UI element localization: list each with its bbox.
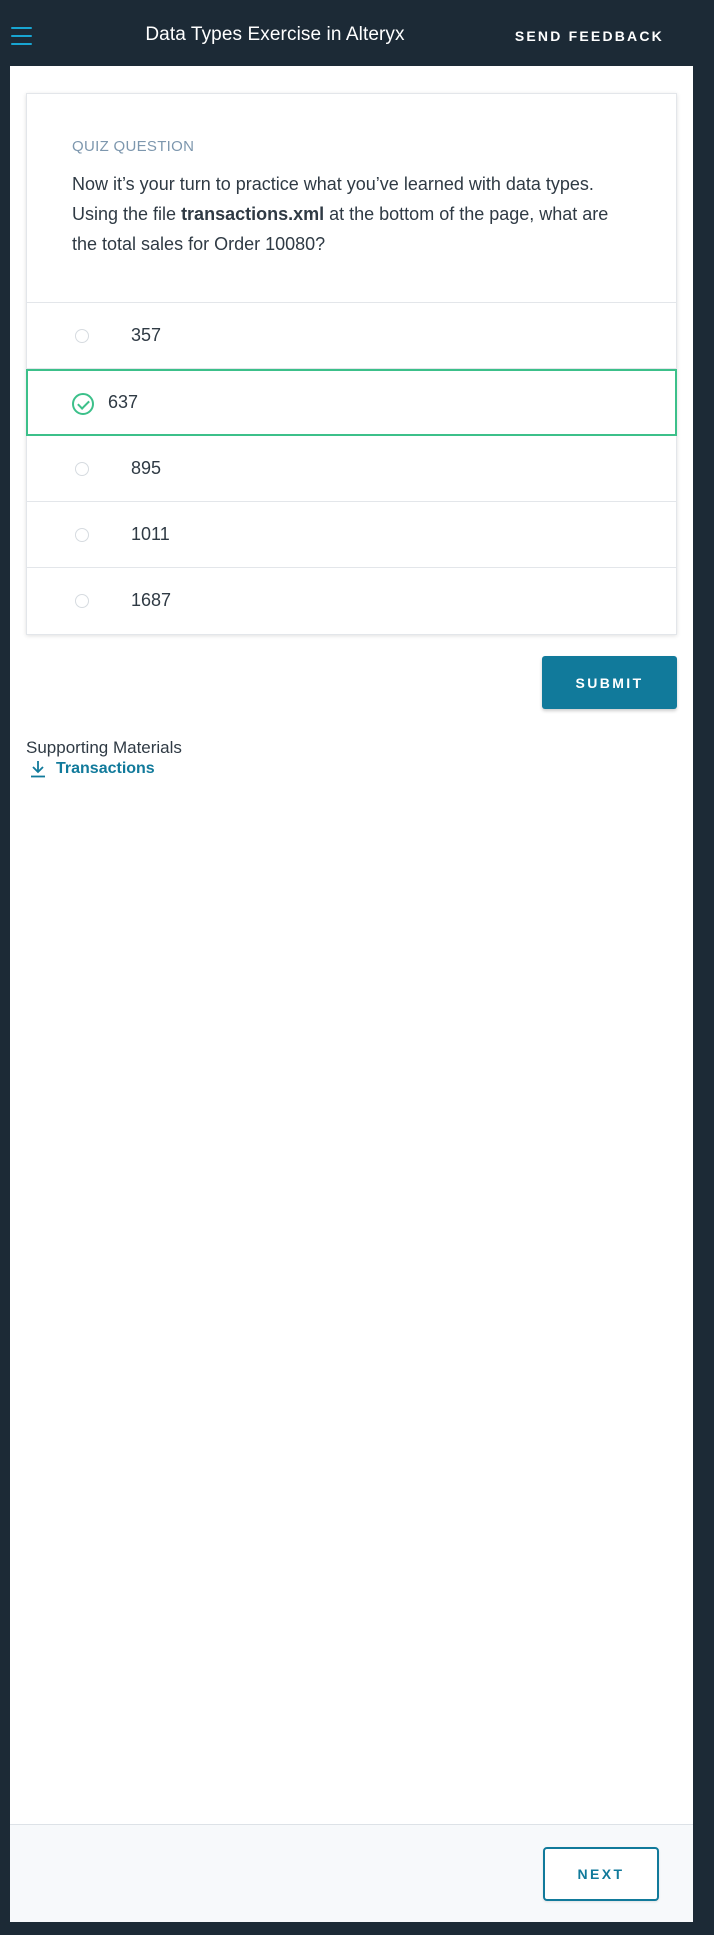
next-button[interactable]: NEXT xyxy=(543,1847,659,1901)
top-bar: Data Types Exercise in Alteryx SEND FEED… xyxy=(0,0,714,66)
answer-option-1687[interactable]: 1687 xyxy=(27,568,676,634)
answer-option-895[interactable]: 895 xyxy=(27,436,676,502)
download-icon xyxy=(31,761,45,778)
download-link-label: Transactions xyxy=(56,760,155,777)
answer-option-357[interactable]: 357 xyxy=(27,303,676,369)
transactions-download-link[interactable]: Transactions xyxy=(30,760,155,778)
page-title: Data Types Exercise in Alteryx xyxy=(145,24,405,45)
supporting-materials-title: Supporting Materials xyxy=(26,738,182,757)
radio-icon[interactable] xyxy=(75,462,89,476)
answer-option-label: 1011 xyxy=(131,524,170,544)
answer-option-label: 1687 xyxy=(131,590,172,610)
radio-icon[interactable] xyxy=(75,329,89,343)
quiz-card: QUIZ QUESTION Now it’s your turn to prac… xyxy=(26,93,677,635)
question-filename: transactions.xml xyxy=(181,204,325,224)
quiz-question-label: QUIZ QUESTION xyxy=(72,138,195,155)
answer-option-637[interactable]: 637 xyxy=(26,369,677,436)
send-feedback-button[interactable]: SEND FEEDBACK xyxy=(515,28,664,44)
radio-icon[interactable] xyxy=(75,528,89,542)
submit-button[interactable]: SUBMIT xyxy=(542,656,677,709)
answer-option-label: 895 xyxy=(131,458,162,478)
check-circle-icon[interactable] xyxy=(72,393,94,415)
answer-option-1011[interactable]: 1011 xyxy=(27,502,676,568)
answer-option-label: 357 xyxy=(131,325,162,345)
answer-option-label: 637 xyxy=(108,392,139,412)
radio-icon[interactable] xyxy=(75,594,89,608)
question-text: Now it’s your turn to practice what you’… xyxy=(72,169,631,259)
app-frame: Data Types Exercise in Alteryx SEND FEED… xyxy=(0,0,714,1935)
footer-bar: NEXT xyxy=(10,1824,693,1922)
question-area: QUIZ QUESTION Now it’s your turn to prac… xyxy=(27,94,676,303)
main-content: QUIZ QUESTION Now it’s your turn to prac… xyxy=(10,66,693,1824)
